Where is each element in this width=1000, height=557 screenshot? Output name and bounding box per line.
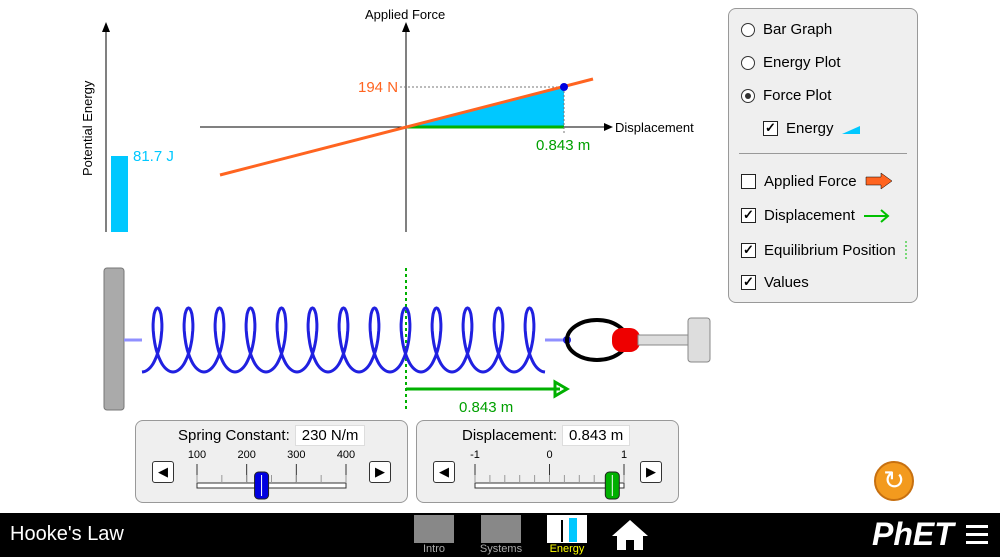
axis-arrow-icon [102,22,110,32]
tab-label: Intro [422,543,445,555]
intro-icon [414,515,454,543]
options-panel: Bar Graph Energy Plot Force Plot ✓ Energy… [728,8,918,303]
label: Values [764,274,809,291]
tick-label: 1 [621,449,627,461]
plot-displacement-value: 0.843 m [536,137,591,154]
force-value: 194 N [358,79,399,96]
axis-arrow-icon [604,123,613,131]
energy-bar [111,156,128,232]
navigation-bar: Hooke's Law Intro Systems Energy PhET [0,513,1000,557]
spring-system [103,267,711,412]
phet-logo: PhET [872,516,954,552]
label: Bar Graph [763,21,833,38]
axis-arrow-icon [402,22,410,32]
checkbox-icon[interactable]: ✓ [741,275,756,290]
displacement-axis-label: Displacement [615,120,694,135]
label: Applied Force [764,172,857,190]
radio-energy-plot[interactable]: Energy Plot [741,54,841,71]
checkbox-energy[interactable]: ✓ Energy [763,120,860,137]
label: Displacement [764,207,855,224]
energy-icon [547,515,587,543]
force-axis-label: Applied Force [365,7,446,22]
divider [739,153,907,154]
radio-force-plot[interactable]: Force Plot [741,87,831,104]
displacement-arrow-icon [863,208,890,223]
force-point [560,83,568,91]
checkbox-displacement[interactable]: ✓ Displacement [741,207,891,224]
systems-icon [481,515,521,543]
tick-label: 400 [337,449,355,461]
tab-energy[interactable]: Energy [543,513,591,555]
label: Force Plot [763,87,832,104]
radio-icon[interactable] [741,22,755,37]
energy-axis-label: Potential Energy [80,80,95,176]
home-icon[interactable] [610,518,650,552]
reset-button[interactable]: ↻ [874,461,914,501]
energy-bar-graph [102,22,128,232]
tick-label: 300 [287,449,305,461]
label: Energy [786,120,834,137]
sim-title: Hooke's Law [10,523,124,545]
checkbox-icon[interactable]: ✓ [741,208,756,223]
displacement-slider-track[interactable] [474,482,625,489]
checkbox-applied-force[interactable]: Applied Force [741,172,893,190]
tick-label: 200 [237,449,255,461]
hand-grabber[interactable] [565,317,711,363]
spring-constant-slider-track[interactable] [196,482,347,489]
tab-intro[interactable]: Intro [410,513,458,555]
radio-bar-graph[interactable]: Bar Graph [741,21,832,38]
radio-icon[interactable] [741,55,755,70]
force-arrow-icon [865,172,892,190]
tick-label: 100 [188,449,206,461]
tick-label: 0 [546,449,552,461]
energy-triangle-icon [841,125,860,134]
checkbox-values[interactable]: ✓ Values [741,274,809,291]
checkbox-icon[interactable]: ✓ [763,121,778,136]
label: Energy Plot [763,54,841,71]
spring [141,306,546,374]
energy-value: 81.7 J [133,148,174,165]
sliders: 100 200 300 400 -1 0 1 [188,449,627,500]
tab-systems[interactable]: Systems [474,513,528,555]
wall [103,267,125,411]
force-plot [200,22,613,232]
checkbox-equilibrium[interactable]: ✓ Equilibrium Position [741,241,908,259]
menu-icon[interactable] [966,525,988,544]
tab-label: Energy [549,543,585,555]
tab-label: Systems [479,543,523,555]
equilibrium-line-icon [905,241,907,259]
radio-icon[interactable] [741,88,755,103]
label: Equilibrium Position [764,241,896,259]
tick-label: -1 [470,449,480,461]
spring-displacement-value: 0.843 m [459,399,514,416]
checkbox-icon[interactable] [741,173,756,189]
checkbox-icon[interactable]: ✓ [741,242,756,258]
